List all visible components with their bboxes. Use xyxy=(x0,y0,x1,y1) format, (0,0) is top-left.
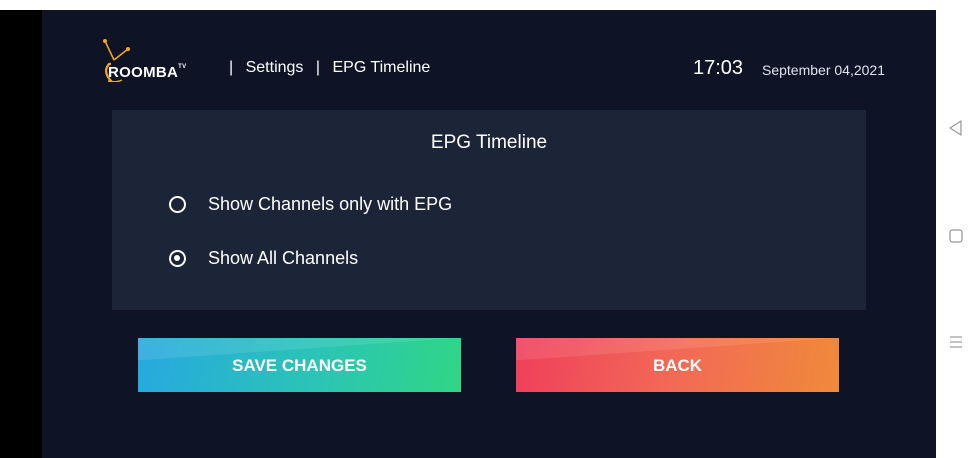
roomba-logo: ROOMBATV xyxy=(102,32,212,83)
epg-settings-panel: EPG Timeline Show Channels only with EPG… xyxy=(112,110,866,310)
breadcrumb-settings[interactable]: Settings xyxy=(246,59,304,76)
system-nav-bar xyxy=(936,10,977,458)
option-all-channels-label: Show All Channels xyxy=(208,247,359,268)
save-changes-label: SAVE CHANGES xyxy=(232,356,367,375)
breadcrumb-separator: | xyxy=(229,59,234,76)
status-strip xyxy=(0,0,977,10)
panel-title: EPG Timeline xyxy=(430,132,548,153)
date: September 04,2021 xyxy=(762,62,885,78)
save-changes-button[interactable]: SAVE CHANGES xyxy=(138,338,461,392)
breadcrumb-separator: | xyxy=(315,59,321,76)
logo-text: ROOMBATV xyxy=(108,64,186,81)
menu-lines-icon[interactable] xyxy=(946,332,966,352)
radio-epg-only[interactable] xyxy=(169,195,186,213)
left-black-bar xyxy=(0,10,42,458)
app-screen: ROOMBATV | Settings | EPG Timeline 17:03… xyxy=(42,10,936,458)
home-square-icon[interactable] xyxy=(946,226,966,246)
radio-all-channels[interactable] xyxy=(169,249,186,267)
logo-name: ROOMBA xyxy=(108,64,179,81)
breadcrumb-current: EPG Timeline xyxy=(332,59,431,76)
option-epg-only-label: Show Channels only with EPG xyxy=(208,193,453,214)
option-epg-only[interactable]: Show Channels only with EPG xyxy=(169,190,452,218)
option-all-channels[interactable]: Show All Channels xyxy=(169,244,358,272)
back-triangle-icon[interactable] xyxy=(946,118,966,138)
back-button[interactable]: BACK xyxy=(516,338,839,392)
clock: 17:03 xyxy=(693,57,744,79)
back-label: BACK xyxy=(652,356,703,375)
logo-trademark: TV xyxy=(178,64,187,70)
breadcrumb: | Settings | EPG Timeline xyxy=(229,59,438,77)
